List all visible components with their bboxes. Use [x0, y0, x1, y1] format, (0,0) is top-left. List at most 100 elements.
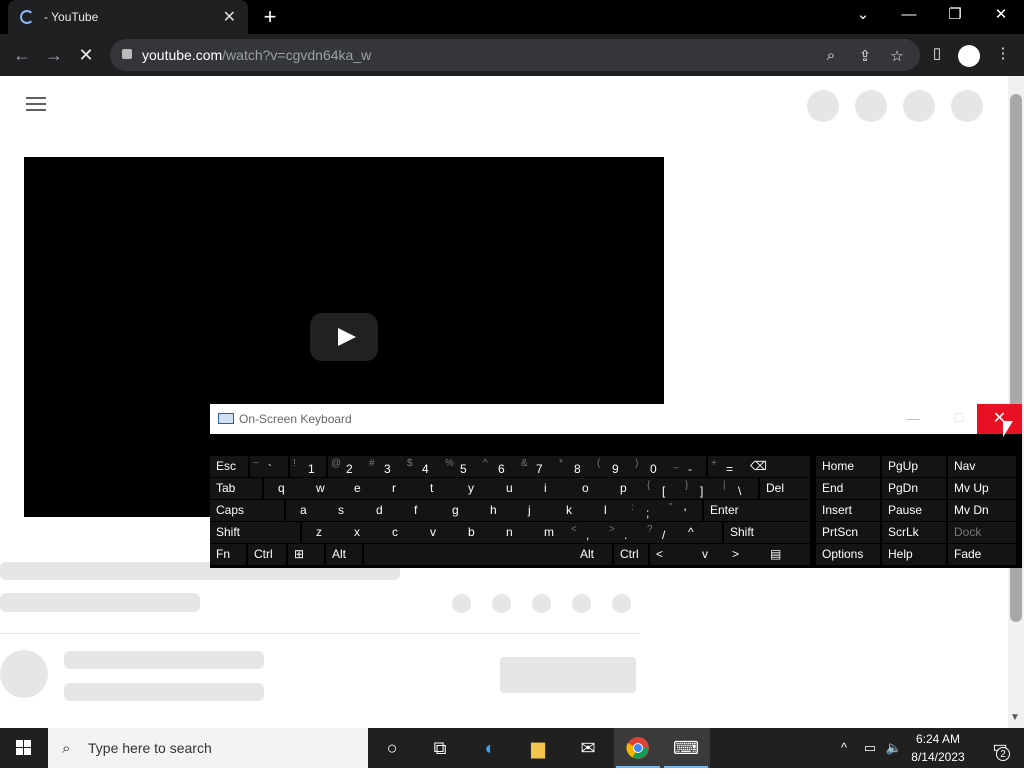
osk-key[interactable]: " '	[666, 500, 702, 521]
osk-key[interactable]: Del	[760, 478, 810, 499]
chrome-icon[interactable]	[614, 728, 662, 768]
osk-nav-key[interactable]: Mv Dn	[948, 500, 1016, 521]
minimize-button[interactable]: —	[886, 0, 932, 32]
osk-key[interactable]: {[	[644, 478, 682, 499]
osk-minimize-button[interactable]: —	[890, 404, 936, 434]
osk-key[interactable]: f	[400, 500, 438, 521]
start-button[interactable]	[0, 728, 48, 768]
on-screen-keyboard-taskbar-icon[interactable]: ⌨	[662, 728, 710, 768]
osk-key[interactable]: <,	[568, 522, 606, 543]
menu-kebab-icon[interactable]: ⋮	[992, 44, 1014, 62]
osk-key[interactable]: $4	[404, 456, 442, 477]
hamburger-menu-icon[interactable]	[26, 97, 46, 115]
osk-key[interactable]: y	[454, 478, 492, 499]
osk-key[interactable]: i	[530, 478, 568, 499]
osk-key[interactable]: h	[476, 500, 514, 521]
osk-key[interactable]: * 8	[556, 456, 594, 477]
osk-key[interactable]: % 5	[442, 456, 480, 477]
osk-key[interactable]: <	[650, 544, 688, 565]
side-panel-icon[interactable]: ▯	[926, 44, 948, 62]
osk-key[interactable]: ! 1	[290, 456, 326, 477]
osk-key[interactable]: ~ `	[250, 456, 288, 477]
osk-key[interactable]: v	[688, 544, 726, 565]
network-icon[interactable]: ▭	[858, 728, 882, 768]
cortana-icon[interactable]: ○	[368, 728, 416, 768]
osk-key[interactable]: ⌫	[744, 456, 810, 477]
bookmark-star-icon[interactable]: ☆	[886, 47, 908, 65]
profile-icon[interactable]	[958, 45, 980, 67]
osk-key[interactable]: ) 0	[632, 456, 670, 477]
osk-key[interactable]: m	[530, 522, 568, 543]
osk-key[interactable]: x	[340, 522, 378, 543]
osk-key[interactable]: ▤	[764, 544, 810, 565]
osk-key[interactable]: e	[340, 478, 378, 499]
osk-key[interactable]: Shift	[210, 522, 300, 543]
osk-key[interactable]: v	[416, 522, 454, 543]
osk-key[interactable]: _ -	[670, 456, 706, 477]
osk-nav-key[interactable]: PrtScn	[816, 522, 880, 543]
tab-close-icon[interactable]: ✕	[223, 7, 236, 27]
osk-nav-key[interactable]: PgUp	[882, 456, 946, 477]
osk-key[interactable]: Alt	[574, 544, 612, 565]
osk-nav-key[interactable]: Pause	[882, 500, 946, 521]
osk-key[interactable]: + =	[708, 456, 744, 477]
osk-key[interactable]: b	[454, 522, 492, 543]
osk-key[interactable]: t	[416, 478, 454, 499]
osk-key[interactable]: Tab	[210, 478, 262, 499]
osk-nav-key[interactable]: Options	[816, 544, 880, 565]
search-icon[interactable]: ⌕	[820, 47, 842, 64]
osk-key[interactable]: ^ 6	[480, 456, 518, 477]
volume-icon[interactable]: 🔈	[882, 728, 906, 768]
osk-nav-key[interactable]: End	[816, 478, 880, 499]
file-explorer-icon[interactable]: ▆	[514, 728, 562, 768]
osk-key[interactable]: Enter	[704, 500, 810, 521]
osk-key[interactable]: r	[378, 478, 416, 499]
osk-key[interactable]	[364, 544, 574, 565]
mail-icon[interactable]: ✉	[564, 728, 612, 768]
osk-key[interactable]: d	[362, 500, 400, 521]
osk-key[interactable]: & 7	[518, 456, 556, 477]
osk-key[interactable]: o	[568, 478, 606, 499]
osk-maximize-button[interactable]: ☐	[936, 404, 982, 434]
osk-key[interactable]: Alt	[326, 544, 362, 565]
osk-close-button[interactable]: ✕	[977, 404, 1022, 434]
osk-key[interactable]: g	[438, 500, 476, 521]
share-icon[interactable]: ⇪	[854, 47, 876, 65]
osk-key[interactable]: ? /	[644, 522, 682, 543]
osk-nav-key[interactable]: Home	[816, 456, 880, 477]
tab-search-icon[interactable]: ⌄	[840, 0, 886, 32]
taskbar-search-box[interactable]: ⌕ Type here to search	[48, 728, 368, 768]
browser-tab[interactable]: - YouTube ✕	[8, 0, 248, 34]
scroll-down-arrow-icon[interactable]: ▼	[1010, 712, 1020, 723]
stop-loading-button[interactable]: ✕	[72, 42, 100, 68]
osk-key[interactable]: Caps	[210, 500, 284, 521]
osk-key[interactable]: u	[492, 478, 530, 499]
osk-key[interactable]: z	[302, 522, 340, 543]
osk-nav-key[interactable]: Help	[882, 544, 946, 565]
osk-nav-key[interactable]: Insert	[816, 500, 880, 521]
osk-key[interactable]: Ctrl	[614, 544, 648, 565]
osk-key[interactable]: Fn	[210, 544, 246, 565]
play-button[interactable]	[310, 313, 378, 361]
osk-key[interactable]: #3	[366, 456, 404, 477]
osk-key[interactable]: | \	[720, 478, 758, 499]
osk-nav-key[interactable]: Dock	[948, 522, 1016, 543]
osk-key[interactable]: Shift	[724, 522, 810, 543]
osk-key[interactable]: :;	[628, 500, 666, 521]
osk-key[interactable]: Ctrl	[248, 544, 286, 565]
osk-key[interactable]: n	[492, 522, 530, 543]
osk-nav-key[interactable]: Mv Up	[948, 478, 1016, 499]
osk-key[interactable]: q	[264, 478, 302, 499]
osk-key[interactable]: w	[302, 478, 340, 499]
clock[interactable]: 6:24 AM 8/14/2023	[908, 730, 968, 766]
forward-button[interactable]: →	[40, 42, 68, 68]
hidden-icons-chevron-icon[interactable]: ^	[832, 728, 856, 768]
osk-key[interactable]: j	[514, 500, 552, 521]
restore-button[interactable]: ❐	[932, 0, 978, 32]
osk-key[interactable]: l	[590, 500, 628, 521]
back-button[interactable]: ←	[8, 42, 36, 68]
osk-key[interactable]: p	[606, 478, 644, 499]
osk-nav-key[interactable]: Fade	[948, 544, 1016, 565]
osk-nav-key[interactable]: PgDn	[882, 478, 946, 499]
osk-key[interactable]: s	[324, 500, 362, 521]
